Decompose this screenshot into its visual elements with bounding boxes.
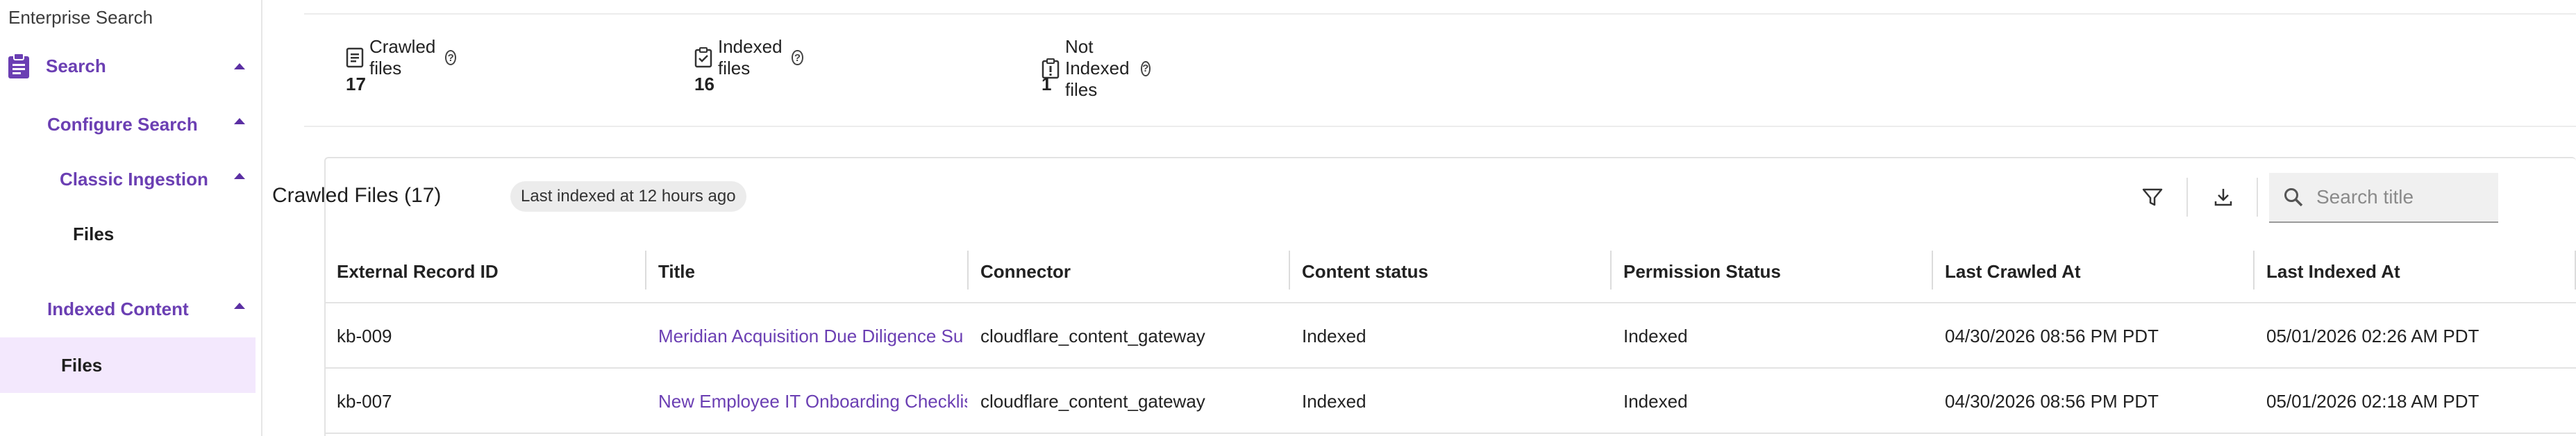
sidebar-item-configure-search[interactable]: Configure Search bbox=[47, 114, 198, 135]
toolbar-separator bbox=[2186, 178, 2188, 217]
divider bbox=[304, 126, 2576, 127]
cell-last-indexed-at: 05/01/2026 02:26 AM PDT bbox=[2266, 325, 2479, 346]
sidebar-item-label: Classic Ingestion bbox=[60, 169, 208, 190]
filter-button[interactable] bbox=[2136, 181, 2169, 214]
file-text-icon bbox=[346, 47, 364, 68]
sidebar-item-indexed-content[interactable]: Indexed Content bbox=[47, 299, 189, 320]
col-last-indexed-at[interactable]: Last Indexed At bbox=[2266, 240, 2400, 303]
table-row[interactable]: kb-007 New Employee IT Onboarding Checkl… bbox=[324, 369, 2576, 434]
column-separator[interactable] bbox=[2253, 251, 2255, 290]
sidebar-item-search[interactable]: Search bbox=[7, 53, 106, 79]
table-header: External Record ID Title Connector Conte… bbox=[324, 240, 2576, 303]
col-connector[interactable]: Connector bbox=[980, 240, 1071, 303]
sidebar: Enterprise Search Search Configure Searc… bbox=[0, 0, 262, 436]
col-title[interactable]: Title bbox=[658, 240, 695, 303]
app-title: Enterprise Search bbox=[8, 7, 153, 28]
stat-not-indexed: Not Indexed files ? 1 bbox=[1042, 36, 1151, 101]
caret-up-icon[interactable] bbox=[234, 303, 245, 309]
sidebar-item-files[interactable]: Files bbox=[73, 224, 114, 245]
cell-title-link[interactable]: Meridian Acquisition Due Diligence Su bbox=[658, 303, 967, 369]
column-separator[interactable] bbox=[1610, 251, 1612, 290]
sidebar-item-label: Configure Search bbox=[47, 114, 198, 135]
search-icon bbox=[2283, 187, 2304, 208]
clipboard-icon bbox=[7, 53, 31, 79]
sidebar-item-files-active[interactable] bbox=[0, 337, 256, 393]
sidebar-item-label: Files bbox=[73, 224, 115, 244]
download-icon bbox=[2212, 186, 2234, 208]
col-last-crawled-at[interactable]: Last Crawled At bbox=[1945, 240, 2081, 303]
stat-value: 17 bbox=[346, 74, 366, 94]
cell-connector: cloudflare_content_gateway bbox=[980, 325, 1205, 346]
sidebar-item-label: Indexed Content bbox=[47, 299, 189, 319]
last-indexed-chip: Last indexed at 12 hours ago bbox=[510, 181, 746, 212]
card-title: Crawled Files (17) bbox=[272, 184, 442, 207]
sidebar-item-classic-ingestion[interactable]: Classic Ingestion bbox=[60, 169, 208, 190]
stat-value: 16 bbox=[694, 74, 714, 94]
stat-value: 1 bbox=[1042, 74, 1052, 94]
stat-indexed: Indexed files ? 16 bbox=[694, 36, 803, 94]
cell-external-record-id: kb-007 bbox=[337, 390, 392, 412]
sidebar-item-label: Files bbox=[61, 355, 103, 376]
caret-up-icon[interactable] bbox=[234, 118, 245, 124]
checked-file-icon bbox=[694, 47, 712, 68]
cell-last-crawled-at: 04/30/2026 08:56 PM PDT bbox=[1945, 390, 2159, 412]
search-input[interactable] bbox=[2316, 186, 2497, 208]
sidebar-item-files-indexed[interactable]: Files bbox=[61, 355, 102, 376]
stat-crawled: Crawled files ? 17 bbox=[346, 36, 457, 94]
caret-up-icon[interactable] bbox=[234, 63, 245, 69]
col-external-record-id[interactable]: External Record ID bbox=[337, 240, 499, 303]
column-separator[interactable] bbox=[967, 251, 969, 290]
stat-label: Not Indexed files bbox=[1065, 36, 1130, 100]
help-icon[interactable]: ? bbox=[792, 50, 803, 65]
cell-content-status: Indexed bbox=[1302, 390, 1366, 412]
divider bbox=[304, 13, 2576, 15]
toolbar-separator bbox=[2257, 178, 2258, 217]
col-content-status[interactable]: Content status bbox=[1302, 240, 1428, 303]
column-separator[interactable] bbox=[1932, 251, 1933, 290]
column-separator[interactable] bbox=[645, 251, 646, 290]
cell-title-link[interactable]: New Employee IT Onboarding Checklis bbox=[658, 369, 967, 434]
search-field[interactable] bbox=[2269, 173, 2498, 223]
cell-external-record-id: kb-009 bbox=[337, 325, 392, 346]
column-separator[interactable] bbox=[1289, 251, 1290, 290]
col-permission-status[interactable]: Permission Status bbox=[1623, 240, 1781, 303]
cell-last-indexed-at: 05/01/2026 02:18 AM PDT bbox=[2266, 390, 2479, 412]
app-root: Enterprise Search Search Configure Searc… bbox=[0, 0, 2576, 436]
cell-content-status: Indexed bbox=[1302, 325, 1366, 346]
stat-label: Crawled files bbox=[369, 36, 436, 78]
download-button[interactable] bbox=[2207, 181, 2240, 214]
cell-permission-status: Indexed bbox=[1623, 325, 1688, 346]
cell-last-crawled-at: 04/30/2026 08:56 PM PDT bbox=[1945, 325, 2159, 346]
stat-label: Indexed files bbox=[718, 36, 783, 78]
sidebar-item-label: Search bbox=[46, 55, 106, 76]
filter-icon bbox=[2141, 186, 2164, 208]
help-icon[interactable]: ? bbox=[1141, 60, 1151, 76]
cell-connector: cloudflare_content_gateway bbox=[980, 390, 1205, 412]
help-icon[interactable]: ? bbox=[445, 50, 457, 65]
caret-up-icon[interactable] bbox=[234, 173, 245, 179]
cell-permission-status: Indexed bbox=[1623, 390, 1688, 412]
table-row[interactable]: kb-009 Meridian Acquisition Due Diligenc… bbox=[324, 303, 2576, 369]
